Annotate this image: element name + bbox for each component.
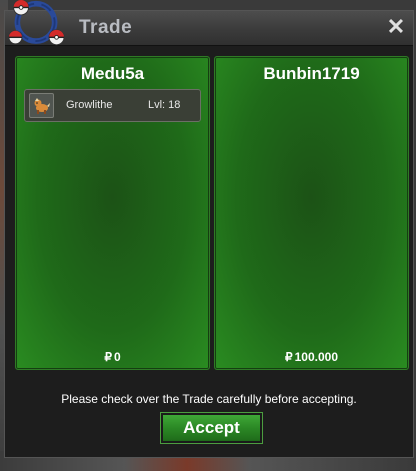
accept-button[interactable]: Accept xyxy=(160,412,263,444)
pokedollar-icon: ₽ xyxy=(104,350,112,364)
offer-item[interactable]: Growlithe Lvl: 18 xyxy=(24,89,201,122)
my-money-amount: 0 xyxy=(113,350,121,364)
item-pokemon-level: Lvl: 18 xyxy=(148,99,181,111)
my-money-offer: ₽0 xyxy=(16,350,209,364)
window-title: Trade xyxy=(79,17,133,38)
partner-money-offer: ₽100.000 xyxy=(215,350,408,364)
trade-body: Medu5a Growlithe Lvl: 18 ₽ 0 Bunbin1719 … xyxy=(5,46,413,457)
my-offer-panel: Medu5a Growlithe Lvl: 18 ₽ 0 xyxy=(15,56,210,370)
trade-window: Trade ✕ Medu5a Growlithe Lvl: 18 ₽ 0 Bun… xyxy=(4,10,414,458)
close-icon[interactable]: ✕ xyxy=(385,15,407,39)
my-player-name: Medu5a xyxy=(80,64,145,83)
pokeball-logo-icon xyxy=(8,0,65,46)
pokedollar-icon: ₽ xyxy=(284,350,293,364)
partner-offer-panel: Bunbin1719 ₽100.000 xyxy=(214,56,409,370)
partner-player-name: Bunbin1719 xyxy=(263,64,360,83)
item-pokemon-name: Growlithe xyxy=(66,99,113,111)
trade-notice: Please check over the Trade carefully be… xyxy=(61,392,357,406)
growlithe-sprite-icon xyxy=(29,93,54,118)
partner-money-amount: 100.000 xyxy=(294,350,339,364)
